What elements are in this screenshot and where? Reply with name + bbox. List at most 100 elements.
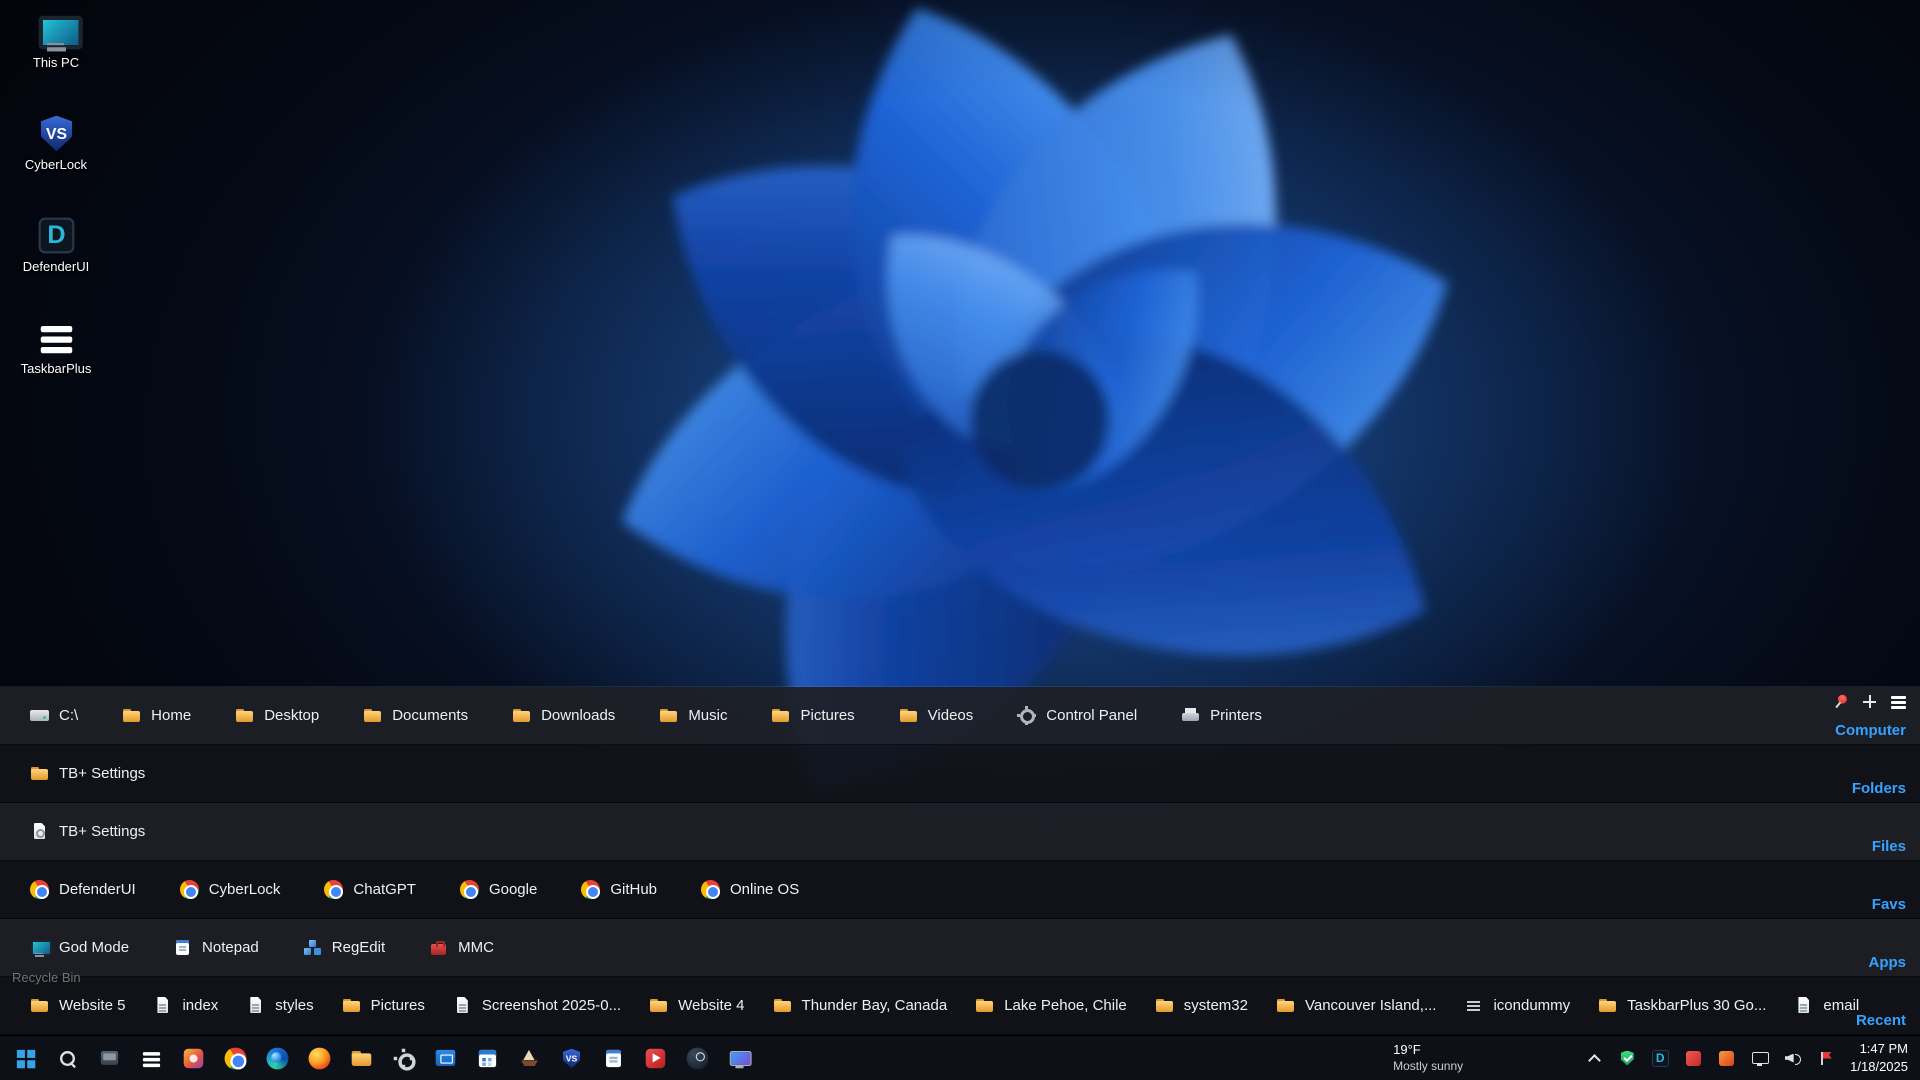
taskbar-firefox-button[interactable] xyxy=(306,1045,333,1072)
add-button[interactable] xyxy=(1860,692,1879,711)
taskbar-steam-button[interactable] xyxy=(684,1045,711,1072)
panel-item-taskbarplus-30-go[interactable]: TaskbarPlus 30 Go... xyxy=(1598,996,1766,1015)
panel-item-downloads[interactable]: Downloads xyxy=(512,706,615,725)
panel-item-styles[interactable]: styles xyxy=(246,996,313,1015)
panel-item-label: ChatGPT xyxy=(353,881,416,898)
chrome-icon xyxy=(180,880,199,899)
panel-item-chatgpt[interactable]: ChatGPT xyxy=(324,880,416,899)
panel-item-home[interactable]: Home xyxy=(122,706,191,725)
panel-item-mmc[interactable]: MMC xyxy=(429,938,494,957)
chrome-icon xyxy=(581,880,600,899)
tray-monitor-tray-button[interactable] xyxy=(1748,1047,1770,1069)
panel-item-vancouver-island[interactable]: Vancouver Island,... xyxy=(1276,996,1436,1015)
add-icon xyxy=(1860,692,1879,711)
taskbar-shield-vs-button[interactable] xyxy=(558,1045,585,1072)
panel-section-folders[interactable]: Folders xyxy=(1852,780,1906,797)
taskbar-app-colorful-button[interactable] xyxy=(180,1045,207,1072)
gear-file-icon xyxy=(30,822,49,841)
panel-item-notepad[interactable]: Notepad xyxy=(173,938,259,957)
panel-section-favs[interactable]: Favs xyxy=(1872,896,1906,913)
taskbar-settings-button[interactable] xyxy=(390,1045,417,1072)
panel-item-regedit[interactable]: RegEdit xyxy=(303,938,385,957)
panel-item-pictures[interactable]: Pictures xyxy=(342,996,425,1015)
panel-item-cyberlock[interactable]: CyberLock xyxy=(180,880,281,899)
taskbar-calendar-button[interactable] xyxy=(474,1045,501,1072)
panel-item-videos[interactable]: Videos xyxy=(899,706,974,725)
panel-item-god-mode[interactable]: God Mode xyxy=(30,938,129,957)
desktop-icon-taskbarplus[interactable]: TaskbarPlus xyxy=(8,314,104,376)
panel-item-online-os[interactable]: Online OS xyxy=(701,880,799,899)
panel-item-desktop[interactable]: Desktop xyxy=(235,706,319,725)
ship-icon xyxy=(519,1047,541,1069)
panel-item-c[interactable]: C:\ xyxy=(30,706,78,725)
folder-icon xyxy=(1276,996,1295,1015)
taskbar-notepad-button[interactable] xyxy=(600,1045,627,1072)
folder-icon xyxy=(235,706,254,725)
panel-item-icondummy[interactable]: icondummy xyxy=(1464,996,1570,1015)
tray-volume-button[interactable] xyxy=(1781,1047,1803,1069)
panel-item-documents[interactable]: Documents xyxy=(363,706,468,725)
pin-icon xyxy=(1827,688,1854,715)
taskbar-search-button[interactable] xyxy=(54,1045,81,1072)
tray-shield-green-button[interactable] xyxy=(1616,1047,1638,1069)
display-icon xyxy=(729,1047,751,1069)
drive-icon xyxy=(30,706,49,725)
clock[interactable]: 1:47 PM 1/18/2025 xyxy=(1850,1040,1908,1075)
panel-item-pictures[interactable]: Pictures xyxy=(771,706,854,725)
panel-item-email[interactable]: email xyxy=(1794,996,1859,1015)
taskbar-task-view-button[interactable] xyxy=(96,1045,123,1072)
defender-d-icon xyxy=(36,216,76,256)
desktop-icon-cyberlock[interactable]: CyberLock xyxy=(8,110,104,172)
panel-item-screenshot-2025-0[interactable]: Screenshot 2025-0... xyxy=(453,996,621,1015)
taskbar-outlook-button[interactable] xyxy=(432,1045,459,1072)
panel-item-label: CyberLock xyxy=(209,881,281,898)
desktop-icon-this-pc[interactable]: This PC xyxy=(8,8,104,70)
chrome-icon xyxy=(225,1047,247,1069)
start-icon xyxy=(15,1047,37,1069)
panel-item-label: Pictures xyxy=(800,707,854,724)
panel-item-thunder-bay-canada[interactable]: Thunder Bay, Canada xyxy=(773,996,948,1015)
panel-item-index[interactable]: index xyxy=(153,996,218,1015)
tray-defender-d-button[interactable] xyxy=(1649,1047,1671,1069)
panel-item-music[interactable]: Music xyxy=(659,706,727,725)
panel-section-apps[interactable]: Apps xyxy=(1869,954,1907,971)
tray-red-app-button[interactable] xyxy=(1682,1047,1704,1069)
panel-item-tb-settings[interactable]: TB+ Settings xyxy=(30,822,145,841)
panel-item-github[interactable]: GitHub xyxy=(581,880,657,899)
panel-item-defenderui[interactable]: DefenderUI xyxy=(30,880,136,899)
tray-chevron-up-button[interactable] xyxy=(1583,1047,1605,1069)
recycle-bin-label[interactable]: Recycle Bin xyxy=(12,970,81,985)
taskbar-display-button[interactable] xyxy=(726,1045,753,1072)
shield-vs-icon xyxy=(561,1047,583,1069)
panel-item-website-4[interactable]: Website 4 xyxy=(649,996,744,1015)
panel-item-control-panel[interactable]: Control Panel xyxy=(1017,706,1137,725)
taskbar-hamburger-button[interactable] xyxy=(138,1045,165,1072)
weather-widget[interactable]: 19°F Mostly sunny xyxy=(1393,1042,1463,1074)
taskbar-edge-button[interactable] xyxy=(264,1045,291,1072)
panel-item-system32[interactable]: system32 xyxy=(1155,996,1248,1015)
panel-item-label: Desktop xyxy=(264,707,319,724)
panel-section-recent[interactable]: Recent xyxy=(1856,1012,1906,1029)
panel-item-tb-settings[interactable]: TB+ Settings xyxy=(30,764,145,783)
outlook-icon xyxy=(435,1047,457,1069)
panel-item-google[interactable]: Google xyxy=(460,880,537,899)
taskbar-media-button[interactable] xyxy=(642,1045,669,1072)
panel-item-lake-pehoe-chile[interactable]: Lake Pehoe, Chile xyxy=(975,996,1127,1015)
panel-item-printers[interactable]: Printers xyxy=(1181,706,1262,725)
tray-security-app-button[interactable] xyxy=(1715,1047,1737,1069)
taskbar-folder-button[interactable] xyxy=(348,1045,375,1072)
panel-item-website-5[interactable]: Website 5 xyxy=(30,996,125,1015)
taskbar-start-button[interactable] xyxy=(12,1045,39,1072)
calendar-icon xyxy=(477,1047,499,1069)
tray-flag-button[interactable] xyxy=(1814,1047,1836,1069)
pin-button[interactable] xyxy=(1831,692,1850,711)
panel-section-computer[interactable]: Computer xyxy=(1835,722,1906,739)
panel-section-files[interactable]: Files xyxy=(1872,838,1906,855)
panel-item-label: Thunder Bay, Canada xyxy=(802,997,948,1014)
panel-row-items: DefenderUI CyberLock ChatGPT Google GitHub On… xyxy=(0,880,1920,899)
panel-item-label: Website 5 xyxy=(59,997,125,1014)
menu-button[interactable] xyxy=(1889,692,1908,711)
taskbar-chrome-button[interactable] xyxy=(222,1045,249,1072)
desktop-icon-defenderui[interactable]: DefenderUI xyxy=(8,212,104,274)
taskbar-ship-button[interactable] xyxy=(516,1045,543,1072)
